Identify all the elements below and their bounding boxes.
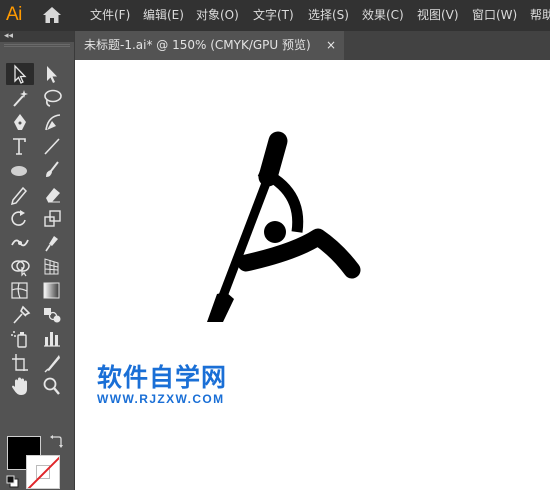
watermark-title: 软件自学网 [97,363,228,392]
close-tab-icon[interactable]: × [326,31,336,60]
scale-tool-icon[interactable] [38,207,66,229]
icon-artwork[interactable] [75,60,550,490]
shape-builder-tool-icon[interactable] [6,255,34,277]
slice-tool-icon[interactable] [38,351,66,373]
curvature-tool-icon[interactable] [38,111,66,133]
eraser-tool-icon[interactable] [38,183,66,205]
default-fill-stroke-icon[interactable] [6,475,19,488]
zoom-tool-icon[interactable] [38,375,66,397]
watermark: 软件自学网 WWW.RJZXW.COM [97,363,227,406]
document-tab[interactable]: 未标题-1.ai* @ 150% (CMYK/GPU 预览) × [75,31,344,60]
selection-tool-icon[interactable] [6,63,34,85]
lasso-tool-icon[interactable] [38,87,66,109]
pencil-tool-icon[interactable] [6,183,34,205]
type-tool-icon[interactable] [6,135,34,157]
watermark-url: WWW.RJZXW.COM [97,392,225,406]
hand-tool-icon[interactable] [6,375,34,397]
gradient-tool-icon[interactable] [38,279,66,301]
width-tool-icon[interactable] [6,231,34,253]
stroke-swatch-hole [36,465,50,479]
menu-effect[interactable]: 效果(C) [362,0,404,31]
line-segment-tool-icon[interactable] [38,135,66,157]
magic-wand-tool-icon[interactable] [6,87,34,109]
menu-object[interactable]: 对象(O) [196,0,239,31]
tools-panel-header: ◂◂ [0,31,74,42]
artboard-canvas[interactable]: 软件自学网 WWW.RJZXW.COM [75,60,550,490]
ellipse-tool-icon[interactable] [6,159,34,181]
menu-help[interactable]: 帮助 [530,0,550,31]
puppet-warp-tool-icon[interactable] [38,231,66,253]
mesh-tool-icon[interactable] [6,279,34,301]
collapse-panel-icon[interactable]: ◂◂ [4,29,13,43]
tools-panel: ◂◂ [0,31,75,490]
menu-bar: Ai 文件(F) 编辑(E) 对象(O) 文字(T) 选择(S) 效果(C) 视… [0,0,550,31]
direct-selection-tool-icon[interactable] [38,63,66,85]
pen-tool-icon[interactable] [6,111,34,133]
figure-boat-curve [237,228,361,279]
artboard-tool-icon[interactable] [6,351,34,373]
menu-file[interactable]: 文件(F) [90,0,130,31]
blend-tool-icon[interactable] [38,303,66,325]
menu-edit[interactable]: 编辑(E) [143,0,184,31]
figure-head [264,221,286,243]
swap-fill-stroke-icon[interactable] [49,435,63,449]
column-graph-tool-icon[interactable] [38,327,66,349]
paddle-shaft [218,168,276,298]
eyedropper-tool-icon[interactable] [6,303,34,325]
menu-type[interactable]: 文字(T) [253,0,294,31]
menu-select[interactable]: 选择(S) [308,0,349,31]
paddle-blade [207,292,234,322]
paintbrush-tool-icon[interactable] [38,159,66,181]
menu-window[interactable]: 窗口(W) [472,0,517,31]
stroke-color-swatch[interactable] [26,455,60,489]
perspective-grid-tool-icon[interactable] [38,255,66,277]
panel-grip[interactable] [4,44,70,47]
app-logo: Ai [6,4,22,25]
document-tab-strip: 未标题-1.ai* @ 150% (CMYK/GPU 预览) × [75,31,550,60]
symbol-sprayer-tool-icon[interactable] [6,327,34,349]
home-icon[interactable] [42,6,62,24]
rotate-tool-icon[interactable] [6,207,34,229]
menu-view[interactable]: 视图(V) [417,0,459,31]
document-tab-title: 未标题-1.ai* @ 150% (CMYK/GPU 预览) [84,38,311,52]
